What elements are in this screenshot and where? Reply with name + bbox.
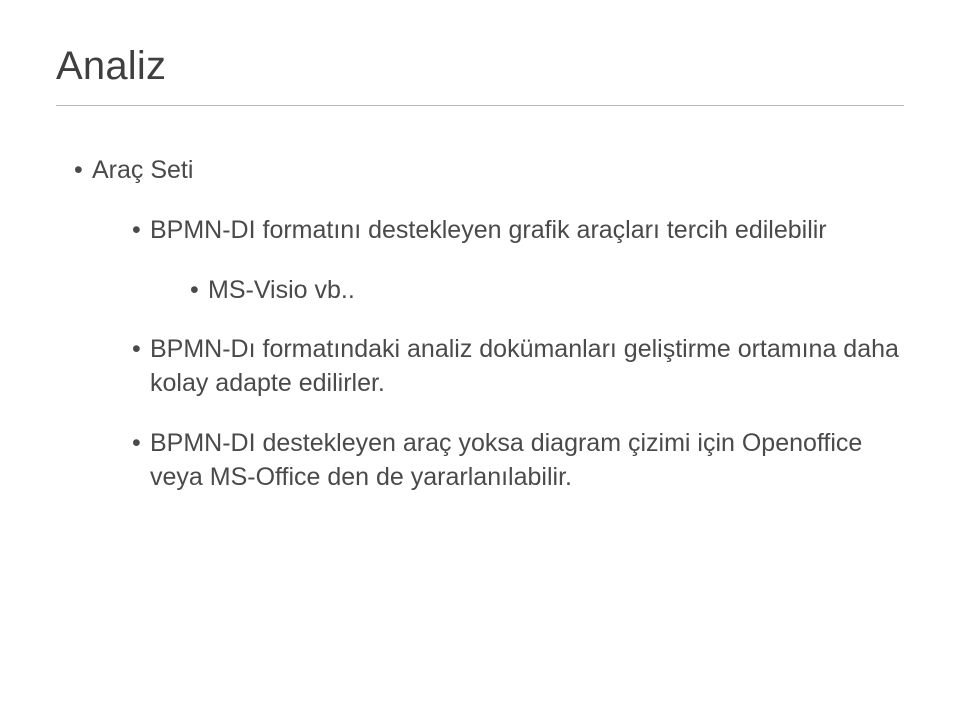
bullet-list-level2: BPMN-DI formatını destekleyen grafik ara… bbox=[92, 214, 904, 495]
bullet-list-level3: MS-Visio vb.. bbox=[150, 274, 904, 308]
bullet-text: MS-Visio vb.. bbox=[208, 276, 355, 304]
bullet-text: BPMN-Dı formatındaki analiz dokümanları … bbox=[150, 335, 899, 397]
slide: Analiz Araç Seti BPMN-DI formatını deste… bbox=[0, 0, 960, 720]
list-item: BPMN-DI destekleyen araç yoksa diagram ç… bbox=[132, 427, 904, 495]
list-item: BPMN-DI formatını destekleyen grafik ara… bbox=[132, 214, 904, 308]
bullet-text: BPMN-DI destekleyen araç yoksa diagram ç… bbox=[150, 429, 862, 491]
bullet-text: Araç Seti bbox=[92, 156, 193, 184]
list-item: BPMN-Dı formatındaki analiz dokümanları … bbox=[132, 333, 904, 401]
page-title: Analiz bbox=[56, 44, 904, 106]
bullet-list-level1: Araç Seti BPMN-DI formatını destekleyen … bbox=[56, 154, 904, 494]
list-item: Araç Seti BPMN-DI formatını destekleyen … bbox=[74, 154, 904, 494]
bullet-text: BPMN-DI formatını destekleyen grafik ara… bbox=[150, 216, 827, 244]
list-item: MS-Visio vb.. bbox=[190, 274, 904, 308]
